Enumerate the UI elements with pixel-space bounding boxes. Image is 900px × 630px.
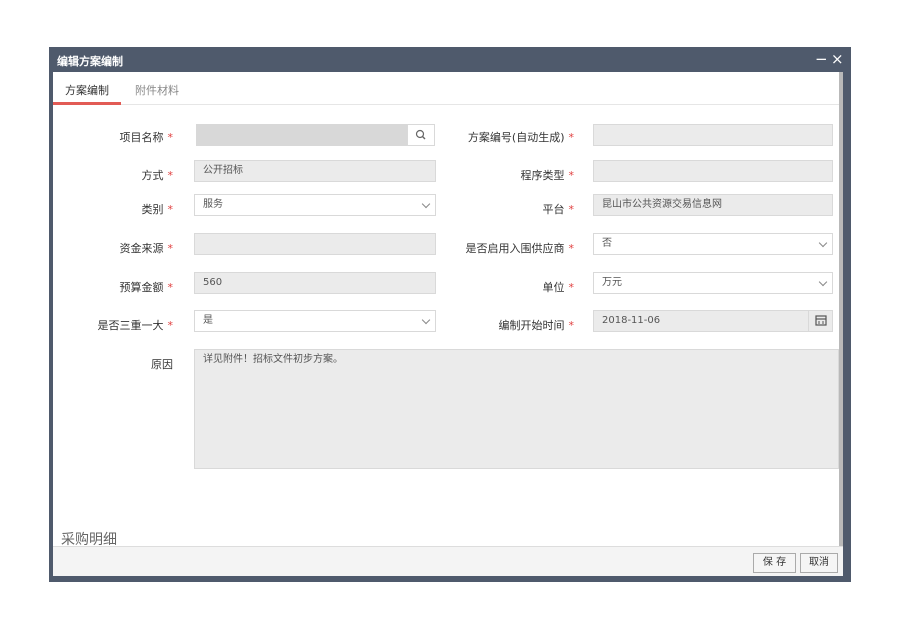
procedure-type-input[interactable] [593,160,833,182]
label-plan-number: 方案编号(自动生成) * [467,131,574,144]
search-icon [415,129,426,140]
label-fund-source: 资金来源 * [119,242,174,255]
chevron-down-icon [818,238,828,248]
dialog-titlebar[interactable]: 编辑方案编制 − × [49,47,851,72]
category-select[interactable]: 服务 [194,194,436,216]
calendar-icon [815,315,827,326]
unit-select[interactable]: 万元 [593,272,833,294]
three-one-select[interactable]: 是 [194,310,436,332]
method-input[interactable]: 公开招标 [194,160,436,182]
start-time-input[interactable]: 2018-11-06 [593,310,809,332]
chevron-down-icon [818,277,828,287]
vertical-scrollbar[interactable] [839,72,843,575]
label-platform: 平台 * [542,203,575,216]
dialog-title: 编辑方案编制 [57,55,123,68]
tab-attachments[interactable]: 附件材料 [135,82,179,98]
save-button[interactable]: 保 存 [753,553,796,573]
calendar-button[interactable] [808,310,833,332]
minimize-icon[interactable]: − [815,49,828,69]
dialog-button-bar [53,546,843,576]
close-icon[interactable]: × [831,49,844,69]
label-budget: 预算金额 * [119,281,174,294]
enable-supplier-select[interactable]: 否 [593,233,833,255]
tab-bar: 方案编制 附件材料 [53,72,843,105]
edit-plan-dialog: 编辑方案编制 − × 方案编制 附件材料 项目名称 * 方案编号(自动生成) * 方… [49,47,851,582]
label-three-one: 是否三重一大 * [97,319,174,332]
project-name-input[interactable] [196,124,408,146]
plan-number-input[interactable] [593,124,833,146]
reason-textarea[interactable]: 详见附件！招标文件初步方案。 [194,349,839,469]
label-procedure-type: 程序类型 * [520,169,575,182]
project-search-button[interactable] [407,124,435,146]
label-method: 方式 * [141,169,174,182]
label-reason: 原因 [151,358,173,371]
active-tab-indicator [53,102,121,105]
label-enable-supplier: 是否启用入围供应商 * [465,242,575,255]
budget-input[interactable]: 560 [194,272,436,294]
label-project-name: 项目名称 * [119,131,174,144]
cancel-button[interactable]: 取消 [800,553,838,573]
chevron-down-icon [421,199,431,209]
fund-source-input[interactable] [194,233,436,255]
platform-input[interactable]: 昆山市公共资源交易信息网 [593,194,833,216]
dialog-body: 方案编制 附件材料 项目名称 * 方案编号(自动生成) * 方式 * 公开招标 程序类… [53,72,843,575]
label-start-time: 编制开始时间 * [498,319,575,332]
label-category: 类别 * [141,203,174,216]
label-unit: 单位 * [542,281,575,294]
tab-plan-edit[interactable]: 方案编制 [65,82,109,98]
chevron-down-icon [421,315,431,325]
